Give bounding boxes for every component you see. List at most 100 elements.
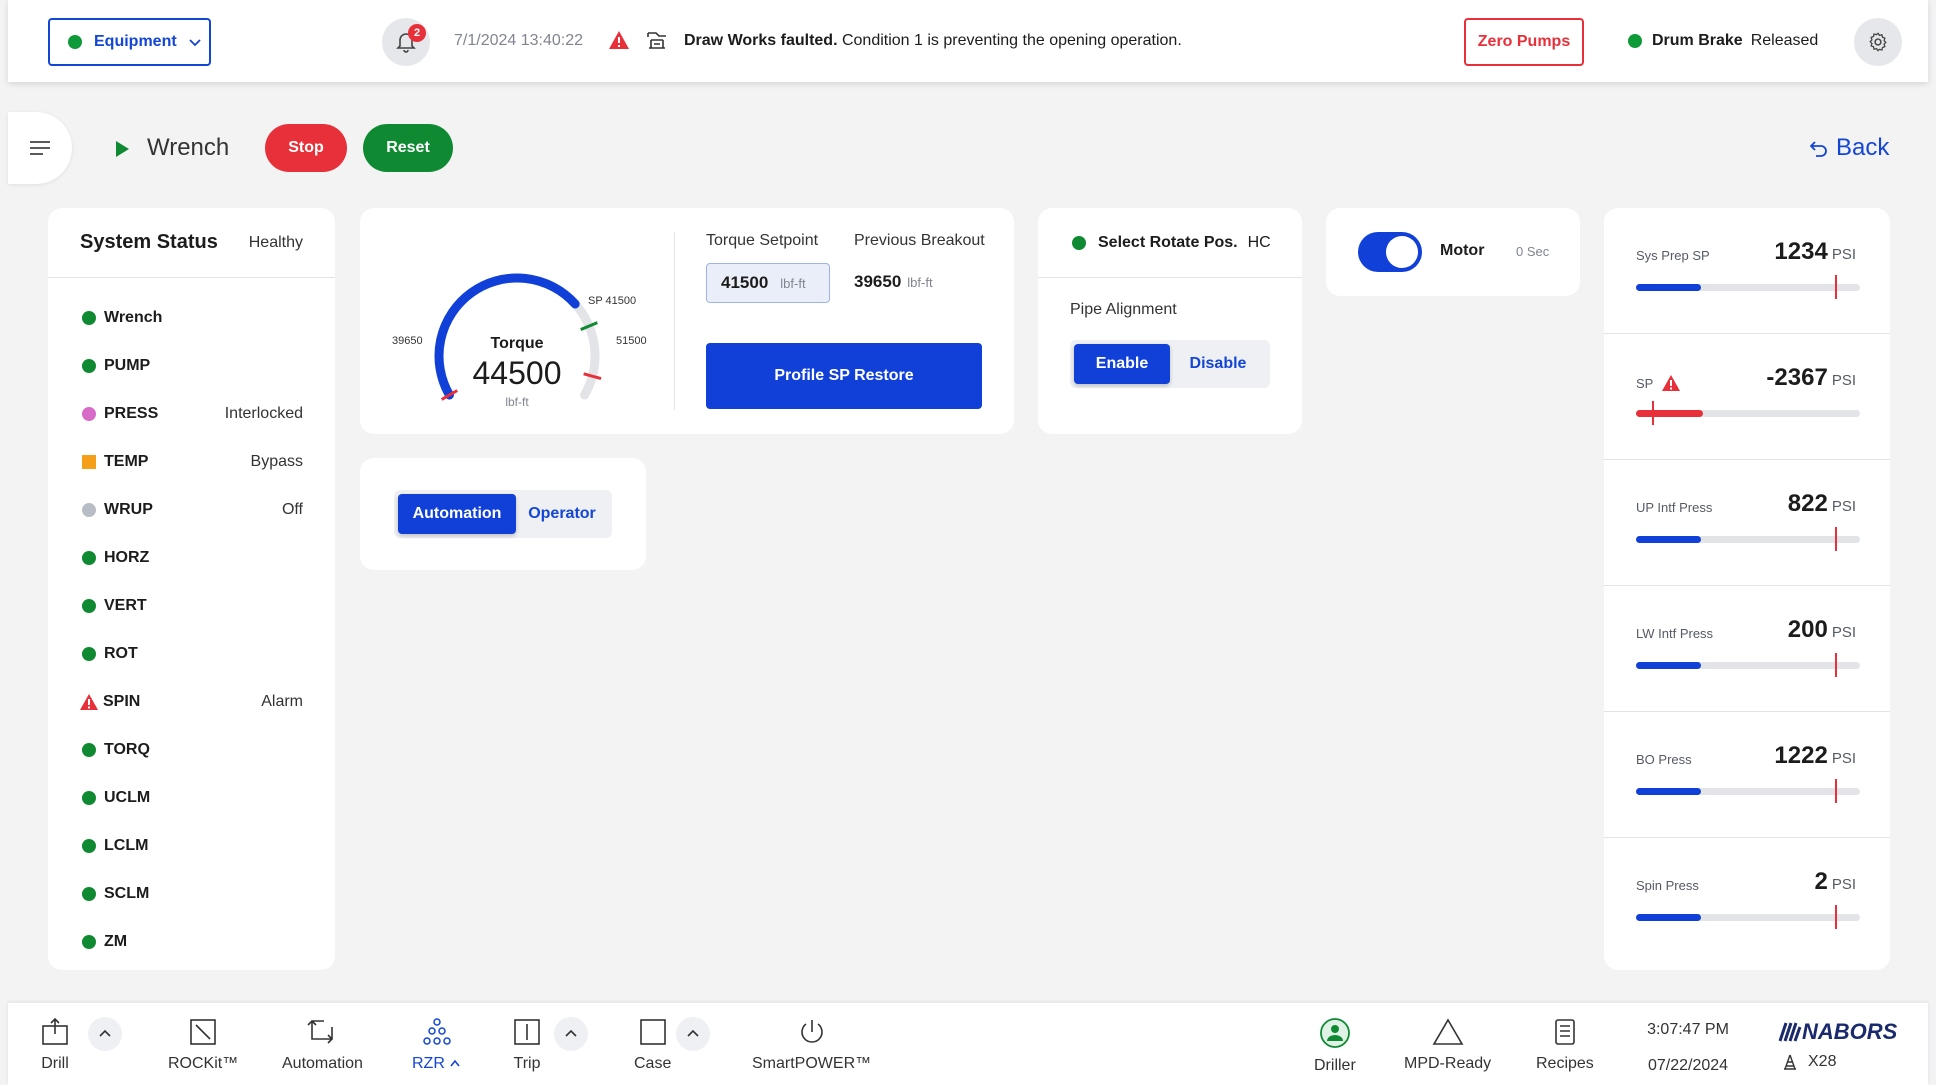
nav-rzr[interactable]: RZR [412, 1017, 461, 1073]
pressure-bar-fill [1636, 410, 1704, 417]
pressure-name: Sys Prep SP [1636, 248, 1710, 263]
driller-icon [1319, 1018, 1350, 1048]
control-mode-panel: Automation Operator [360, 458, 646, 570]
warning-icon [609, 31, 629, 49]
rotate-value: HC [1247, 233, 1271, 251]
status-indicator [82, 551, 96, 565]
drawworks-icon [647, 32, 666, 49]
pressure-panel: Sys Prep SP 1234 PSI SP -2367 PSI UP Intf Pres… [1604, 208, 1890, 970]
pressure-value: 822 PSI [1788, 490, 1856, 518]
profile-sp-restore-button[interactable]: Profile SP Restore [706, 343, 982, 409]
status-indicator [82, 935, 96, 949]
torque-panel: 39650 51500 SP 41500 Torque 44500 lbf-ft… [360, 208, 1014, 434]
pressure-value: -2367 PSI [1766, 364, 1856, 392]
nav-trip[interactable]: Trip [512, 1017, 542, 1073]
menu-button[interactable] [8, 112, 72, 184]
system-status-name: VERT [104, 597, 147, 614]
recipes-icon [1555, 1019, 1575, 1045]
gauge-sp-label: SP 41500 [588, 295, 636, 307]
torque-setpoint-input[interactable]: 41500 lbf-ft [706, 263, 830, 303]
nav-driller-label: Driller [1314, 1057, 1356, 1074]
system-status-row: HORZ [48, 534, 335, 582]
motor-toggle[interactable] [1358, 232, 1422, 272]
nabors-logo: NABORS [1776, 1019, 1897, 1045]
nav-case[interactable]: Case [634, 1017, 671, 1073]
status-indicator [82, 599, 96, 613]
stop-button[interactable]: Stop [265, 124, 347, 172]
alarm-icon [80, 694, 98, 710]
rockit-icon [190, 1019, 216, 1045]
pressure-value: 200 PSI [1788, 616, 1856, 644]
pressure-unit: PSI [1831, 750, 1856, 767]
pressure-number: 200 [1787, 616, 1828, 643]
nav-rockit[interactable]: ROCKit™ [168, 1017, 238, 1073]
chevron-up-icon [450, 1059, 460, 1067]
pressure-bar-fill [1636, 914, 1701, 921]
system-status-row: PRESS Interlocked [48, 390, 335, 438]
pressure-row: BO Press 1222 PSI [1604, 712, 1890, 838]
torque-value: 44500 [473, 355, 562, 391]
drum-status-dot [1628, 34, 1642, 48]
system-status-name: ROT [104, 645, 138, 662]
triangle-icon [1432, 1018, 1463, 1045]
system-status-value: Interlocked [224, 405, 303, 422]
pressure-name-text: BO Press [1636, 752, 1692, 767]
case-icon [639, 1019, 666, 1045]
motor-time: 0 Sec [1516, 244, 1550, 259]
nav-rzr-text: RZR [412, 1055, 445, 1072]
pressure-unit: PSI [1831, 624, 1856, 641]
system-status-name: Wrench [104, 309, 163, 326]
rotate-panel: Select Rotate Pos. HC Pipe Alignment Ena… [1038, 208, 1302, 434]
nav-recipes[interactable]: Recipes [1536, 1017, 1594, 1073]
nav-mpd[interactable]: MPD-Ready [1404, 1017, 1491, 1073]
operator-option[interactable]: Operator [516, 494, 608, 534]
system-status-name: UCLM [104, 789, 151, 806]
system-status-row: SCLM [48, 870, 335, 918]
mode-title: Wrench [147, 134, 230, 161]
system-status-value: Alarm [261, 693, 303, 710]
nav-drill[interactable]: Drill [40, 1017, 70, 1073]
pressure-bar-fill [1636, 662, 1701, 669]
notification-badge: 2 [408, 24, 426, 42]
drill-expand-button[interactable] [88, 1017, 122, 1051]
top-bar: Equipment 2 7/1/2024 13:40:22 Draw Works… [8, 0, 1928, 82]
system-status-row: VERT [48, 582, 335, 630]
trip-expand-button[interactable] [554, 1017, 588, 1051]
nav-driller[interactable]: Driller [1314, 1017, 1356, 1075]
reset-button[interactable]: Reset [363, 124, 453, 172]
automation-option[interactable]: Automation [398, 494, 516, 534]
nav-smartpower[interactable]: SmartPOWER™ [752, 1017, 871, 1073]
torque-gauge: 39650 51500 SP 41500 Torque 44500 lbf-ft [384, 238, 654, 418]
case-expand-button[interactable] [676, 1017, 710, 1051]
nav-automation-label: Automation [282, 1055, 363, 1072]
chevron-up-icon [565, 1029, 577, 1037]
clock: 3:07:47 PM 07/22/2024 [1638, 1021, 1738, 1075]
nav-rockit-label: ROCKit™ [168, 1055, 239, 1072]
pressure-bar [1636, 905, 1860, 929]
system-status-name: LCLM [104, 837, 149, 854]
pressure-row: UP Intf Press 822 PSI [1604, 460, 1890, 586]
system-status-row: TEMP Bypass [48, 438, 335, 486]
gauge-min-label: 39650 [392, 335, 423, 347]
rig-id-text: X28 [1808, 1053, 1837, 1070]
trip-icon [514, 1019, 540, 1045]
system-status-row: ZM [48, 918, 335, 966]
previous-breakout: 39650 lbf-ft [854, 272, 933, 292]
settings-button[interactable] [1854, 18, 1902, 66]
status-indicator [82, 359, 96, 373]
back-link[interactable]: Back [1810, 134, 1889, 162]
equipment-dropdown[interactable]: Equipment [48, 18, 211, 66]
equipment-label: Equipment [94, 33, 177, 50]
nav-automation[interactable]: Automation [282, 1017, 363, 1073]
pipe-alignment-label: Pipe Alignment [1070, 301, 1177, 318]
notifications-button[interactable]: 2 [382, 18, 430, 66]
pressure-name-text: Spin Press [1636, 878, 1699, 893]
zero-pumps-button[interactable]: Zero Pumps [1464, 18, 1584, 66]
disable-option[interactable]: Disable [1170, 344, 1266, 384]
system-status-row: TORQ [48, 726, 335, 774]
warning-icon [1662, 375, 1681, 391]
nabors-branding: NABORS X28 [1776, 1019, 1897, 1071]
enable-option[interactable]: Enable [1074, 344, 1170, 384]
pressure-row: Sys Prep SP 1234 PSI [1604, 208, 1890, 334]
status-indicator [82, 407, 96, 421]
